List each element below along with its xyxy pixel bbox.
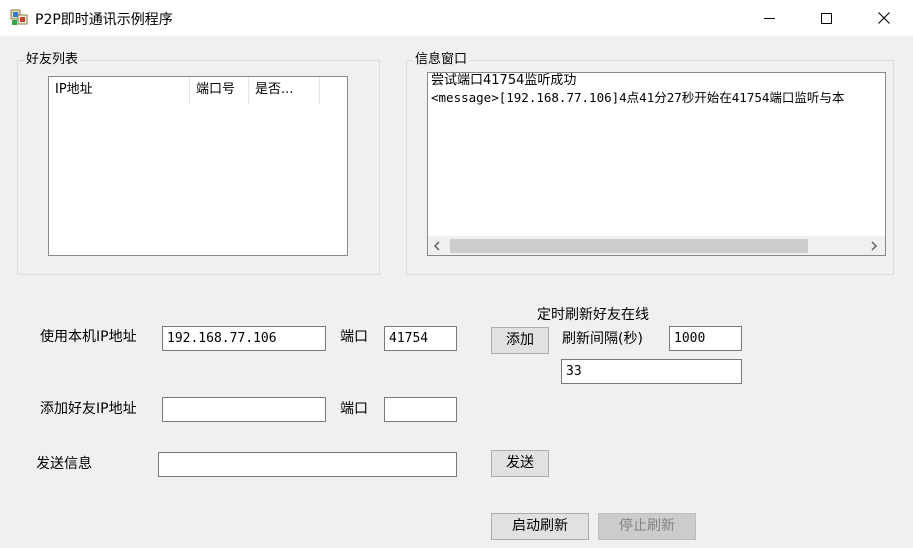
column-header-ip[interactable]: IP地址 bbox=[49, 77, 190, 103]
send-message-input[interactable] bbox=[158, 452, 457, 477]
refresh-extra-input[interactable]: 33 bbox=[561, 359, 742, 384]
friend-ip-input[interactable] bbox=[162, 397, 326, 422]
add-button[interactable]: 添加 bbox=[491, 327, 549, 354]
refresh-heading: 定时刷新好友在线 bbox=[537, 307, 649, 323]
scrollbar-thumb[interactable] bbox=[450, 239, 808, 253]
window-title: P2P即时通讯示例程序 bbox=[35, 12, 173, 28]
friends-list-header: IP地址 端口号 是否... bbox=[49, 77, 347, 103]
local-ip-input[interactable]: 192.168.77.106 bbox=[162, 326, 326, 351]
refresh-interval-input[interactable]: 1000 bbox=[669, 326, 742, 351]
close-button[interactable] bbox=[861, 0, 907, 36]
maximize-icon bbox=[820, 12, 832, 24]
start-refresh-button[interactable]: 启动刷新 bbox=[491, 513, 589, 540]
app-icon bbox=[10, 9, 28, 25]
local-port-input[interactable]: 41754 bbox=[384, 326, 457, 351]
title-bar: P2P即时通讯示例程序 bbox=[0, 0, 913, 36]
message-group-legend: 信息窗口 bbox=[413, 52, 470, 68]
minimize-button[interactable] bbox=[746, 0, 792, 36]
minimize-icon bbox=[763, 17, 775, 19]
horizontal-scrollbar[interactable] bbox=[428, 236, 885, 255]
message-line: 尝试端口41754监听成功 bbox=[431, 73, 577, 88]
friend-port-input[interactable] bbox=[384, 397, 457, 422]
column-header-online[interactable]: 是否... bbox=[249, 77, 320, 103]
send-button[interactable]: 发送 bbox=[491, 450, 549, 477]
message-group: 信息窗口 尝试端口41754监听成功 <message>[192.168.77.… bbox=[406, 52, 894, 275]
local-ip-label: 使用本机IP地址 bbox=[40, 329, 137, 345]
friend-ip-label: 添加好友IP地址 bbox=[40, 401, 137, 417]
refresh-interval-label: 刷新间隔(秒) bbox=[562, 331, 643, 347]
friends-group: 好友列表 IP地址 端口号 是否... bbox=[17, 52, 380, 275]
maximize-button[interactable] bbox=[803, 0, 849, 36]
message-line: <message>[192.168.77.106]4点41分27秒开始在4175… bbox=[431, 90, 845, 105]
message-box[interactable]: 尝试端口41754监听成功 <message>[192.168.77.106]4… bbox=[427, 72, 886, 256]
scroll-left-icon[interactable] bbox=[433, 241, 441, 251]
local-port-label: 端口 bbox=[340, 329, 368, 345]
friends-list[interactable]: IP地址 端口号 是否... bbox=[48, 76, 348, 256]
friend-port-label: 端口 bbox=[340, 401, 368, 417]
column-header-port[interactable]: 端口号 bbox=[190, 77, 249, 103]
close-icon bbox=[878, 12, 890, 24]
friends-group-legend: 好友列表 bbox=[24, 52, 81, 68]
scroll-right-icon[interactable] bbox=[870, 241, 878, 251]
client-area: 好友列表 IP地址 端口号 是否... 信息窗口 尝试端口41754监听成功 <… bbox=[0, 36, 913, 548]
stop-refresh-button[interactable]: 停止刷新 bbox=[598, 513, 696, 540]
send-label: 发送信息 bbox=[36, 456, 92, 472]
